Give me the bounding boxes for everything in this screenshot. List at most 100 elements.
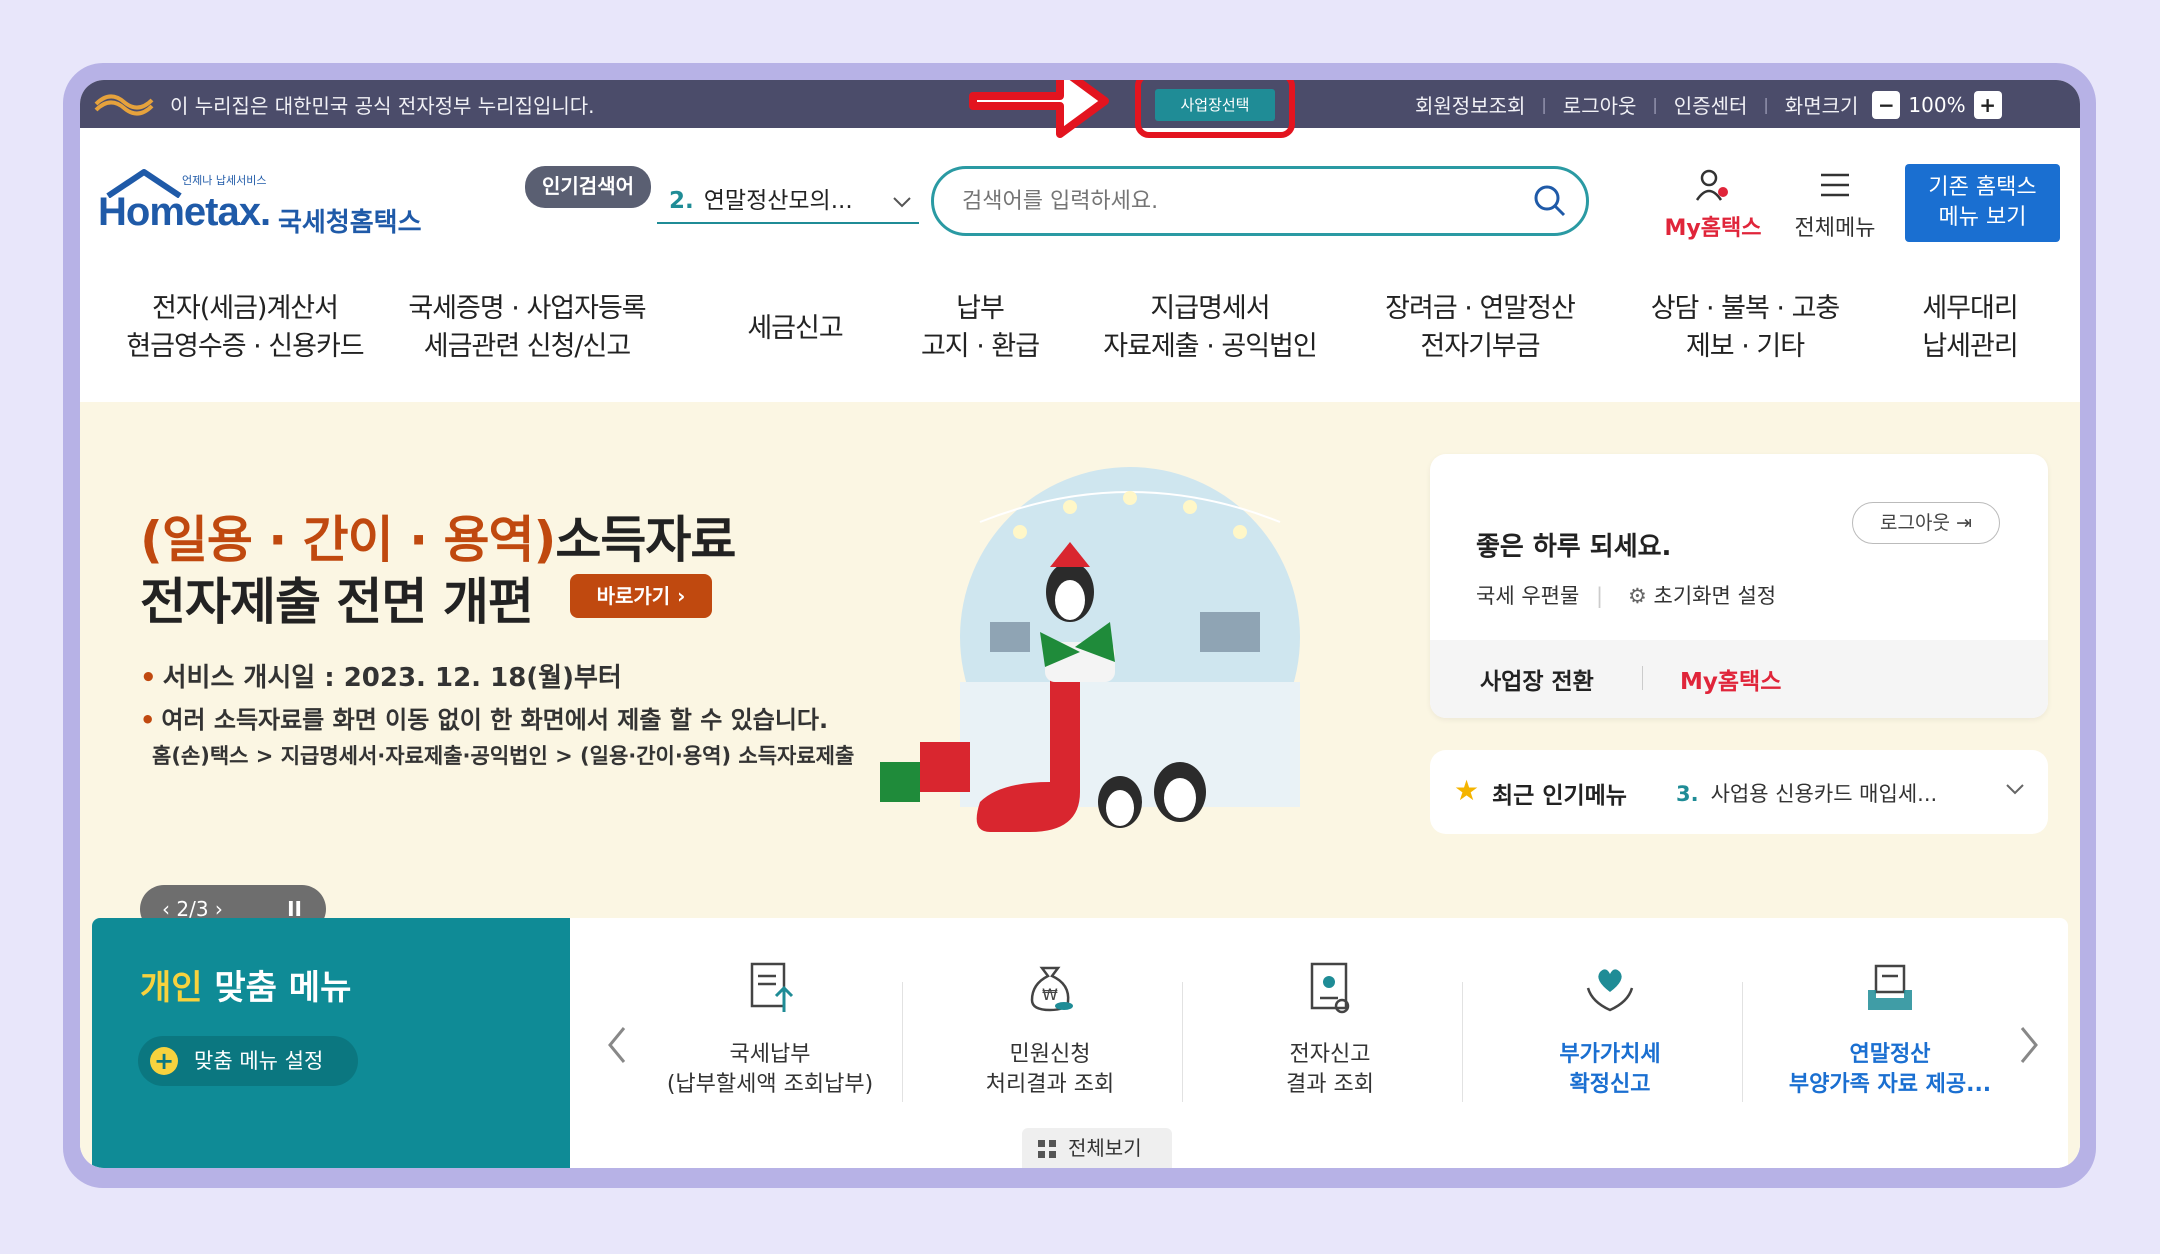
card-logout-label: 로그아웃 bbox=[1880, 512, 1950, 534]
popular-rank: 2. bbox=[669, 188, 694, 214]
menu-item-line1: 전자신고 bbox=[1289, 1042, 1371, 1067]
setting-label: 맞춤 메뉴 설정 bbox=[194, 1049, 324, 1073]
nav-consultation[interactable]: 상담 · 불복 · 고충제보 · 기타 bbox=[1635, 290, 1855, 366]
personal-menu-setting-button[interactable]: + 맞춤 메뉴 설정 bbox=[138, 1036, 358, 1086]
menu-item-line2: 확정신고 bbox=[1569, 1072, 1651, 1097]
title-highlight: 개인 bbox=[140, 968, 203, 1008]
nav-label: 세무대리 bbox=[1922, 293, 2018, 324]
banner-go-button[interactable]: 바로가기 › bbox=[570, 574, 712, 618]
menu-item-line1: 민원신청 bbox=[1009, 1042, 1091, 1067]
promo-banner: (일용 · 간이 · 용역)소득자료 전자제출 전면 개편 바로가기 › • 서비… bbox=[80, 402, 2080, 1168]
legacy-line1: 기존 홈택스 bbox=[1928, 175, 2037, 200]
nav-payment-statements[interactable]: 지급명세서자료제출 · 공익법인 bbox=[1085, 290, 1335, 366]
divider bbox=[1742, 982, 1743, 1102]
popular-search-dropdown[interactable]: 2. 연말정산모의... bbox=[657, 178, 919, 224]
penguin-christmas-illustration bbox=[880, 467, 1300, 832]
tax-payment-icon bbox=[750, 962, 794, 1012]
my-hometax-label: My홈택스 bbox=[1664, 216, 1762, 241]
banner-line1: • 서비스 개시일 : 2023. 12. 18(월)부터 bbox=[140, 663, 622, 693]
plus-icon: + bbox=[150, 1047, 178, 1075]
nav-label: 전자(세금)계산서 bbox=[152, 293, 339, 324]
menu-civil-request[interactable]: ₩ 민원신청 처리결과 조회 bbox=[910, 958, 1190, 1100]
gear-icon: ⚙ bbox=[1628, 584, 1647, 608]
chevron-left-icon[interactable] bbox=[602, 1020, 632, 1070]
menu-e-filing-result[interactable]: 전자신고 결과 조회 bbox=[1190, 958, 1470, 1100]
certificate-icon bbox=[1310, 962, 1350, 1014]
main-nav: 전자(세금)계산서 현금영수증 · 신용카드 국세증명 · 사업자등록세금관련 신… bbox=[80, 290, 2080, 410]
my-hometax-button[interactable]: My홈택스 bbox=[1658, 168, 1768, 242]
personal-menu-title: 개인 맞춤 메뉴 bbox=[140, 960, 351, 1009]
banner-title-line2: 전자제출 전면 개편 bbox=[140, 573, 534, 631]
popular-search-badge: 인기검색어 bbox=[525, 166, 651, 208]
money-bag-icon: ₩ bbox=[1030, 966, 1073, 1012]
card-logout-button[interactable]: 로그아웃 ⇥ bbox=[1852, 502, 2000, 544]
all-menu-button[interactable]: 전체메뉴 bbox=[1785, 168, 1885, 242]
legacy-menu-button[interactable]: 기존 홈택스 메뉴 보기 bbox=[1905, 164, 2060, 242]
chevron-down-icon bbox=[893, 197, 911, 208]
popular-keyword: 연말정산모의... bbox=[703, 188, 853, 214]
hometax-logo[interactable]: 언제나 납세서비스 Hometax. 국세청홈택스 bbox=[98, 168, 428, 248]
nav-label: 국세증명 · 사업자등록 bbox=[408, 293, 646, 324]
nav-label: 지급명세서 bbox=[1150, 293, 1270, 324]
svg-text:₩: ₩ bbox=[1042, 985, 1058, 1004]
menu-year-end-settlement[interactable]: 연말정산 부양가족 자료 제공... bbox=[1750, 958, 2030, 1100]
view-all-button[interactable]: 전체보기 bbox=[1022, 1128, 1172, 1168]
recent-popular-item: 3. 사업용 신용카드 매입세... bbox=[1676, 778, 1937, 808]
menu-item-line2: 처리결과 조회 bbox=[985, 1072, 1115, 1097]
menu-item-line1: 연말정산 bbox=[1849, 1042, 1931, 1067]
banner-line3: 홈(손)택스 > 지급명세서·자료제출·공익법인 > (일용·간이·용역) 소득… bbox=[152, 744, 855, 768]
legacy-line2: 메뉴 보기 bbox=[1938, 205, 2027, 230]
nav-e-invoice[interactable]: 전자(세금)계산서 현금영수증 · 신용카드 bbox=[120, 290, 370, 366]
all-menu-label: 전체메뉴 bbox=[1794, 216, 1876, 241]
card-my-hometax-link[interactable]: My홈택스 bbox=[1680, 662, 1781, 696]
top-utility-links: 회원정보조회 | 로그아웃 | 인증센터 | 화면크기 − 100% + bbox=[1415, 90, 2002, 119]
personal-menu-header: 개인 맞춤 메뉴 + 맞춤 메뉴 설정 bbox=[92, 918, 570, 1168]
document-tray-icon bbox=[1868, 964, 1912, 1010]
logout-icon: ⇥ bbox=[1956, 512, 1972, 534]
nav-incentives[interactable]: 장려금 · 연말정산 전자기부금 bbox=[1360, 290, 1600, 366]
tax-mail-link[interactable]: 국세 우편물 | bbox=[1476, 580, 1603, 610]
nav-label: 납부 bbox=[956, 293, 1005, 324]
nav-label: 세금관련 신청/신고 bbox=[423, 331, 631, 362]
nav-label: 장려금 · 연말정산 bbox=[1385, 293, 1576, 324]
personal-menu-panel: 개인 맞춤 메뉴 + 맞춤 메뉴 설정 국세납부 (납부할세액 조회납부) ₩ … bbox=[92, 918, 2068, 1168]
nav-label: 고지 · 환급 bbox=[920, 331, 1040, 362]
star-icon: ★ bbox=[1454, 774, 1480, 807]
banner-line2: • 여러 소득자료를 화면 이동 없이 한 화면에서 제출 할 수 있습니다. bbox=[140, 706, 829, 734]
screen-size-label: 화면크기 bbox=[1784, 94, 1859, 118]
recent-popular-menu[interactable]: ★ 최근 인기메뉴 3. 사업용 신용카드 매입세... bbox=[1430, 750, 2048, 834]
logout-link[interactable]: 로그아웃 bbox=[1563, 90, 1637, 119]
zoom-out-button[interactable]: − bbox=[1872, 90, 1901, 119]
logo-tagline: 언제나 납세서비스 bbox=[182, 174, 267, 187]
gov-emblem-icon bbox=[94, 94, 154, 116]
cert-center-link[interactable]: 인증센터 bbox=[1674, 90, 1748, 119]
logo-wordmark: Hometax. bbox=[98, 190, 271, 234]
menu-item-line2: (납부할세액 조회납부) bbox=[666, 1072, 874, 1097]
recent-item-text: 사업용 신용카드 매입세... bbox=[1710, 782, 1938, 806]
gov-notice-text: 이 누리집은 대한민국 공식 전자정부 누리집입니다. bbox=[170, 94, 595, 118]
menu-vat-final-return[interactable]: 부가가치세 확정신고 bbox=[1470, 958, 1750, 1100]
search-icon[interactable] bbox=[1532, 183, 1568, 219]
zoom-value: 100% bbox=[1908, 92, 1966, 117]
member-info-link[interactable]: 회원정보조회 bbox=[1415, 90, 1525, 119]
login-card-footer: 사업장 전환 My홈택스 bbox=[1430, 640, 2048, 718]
business-switch-link[interactable]: 사업장 전환 bbox=[1480, 662, 1594, 696]
nav-tax-agent[interactable]: 세무대리 납세관리 bbox=[1900, 290, 2040, 366]
nav-label: 상담 · 불복 · 고충 bbox=[1650, 293, 1841, 324]
menu-item-line2: 부양가족 자료 제공... bbox=[1788, 1072, 1992, 1097]
grid-icon bbox=[1038, 1140, 1056, 1158]
nav-label: 자료제출 · 공익법인 bbox=[1103, 331, 1317, 362]
greeting-text: 좋은 하루 되세요. bbox=[1476, 532, 1672, 562]
menu-item-line1: 국세납부 bbox=[729, 1042, 811, 1067]
banner-line2-text: 여러 소득자료를 화면 이동 없이 한 화면에서 제출 할 수 있습니다. bbox=[161, 706, 829, 734]
nav-certificates[interactable]: 국세증명 · 사업자등록세금관련 신청/신고 bbox=[392, 290, 662, 366]
chevron-down-icon bbox=[2006, 784, 2024, 795]
zoom-in-button[interactable]: + bbox=[1973, 90, 2002, 119]
search-input[interactable] bbox=[962, 183, 1482, 219]
nav-tax-filing[interactable]: 세금신고 bbox=[730, 310, 860, 348]
menu-tax-payment[interactable]: 국세납부 (납부할세액 조회납부) bbox=[630, 958, 910, 1100]
banner-line1-text: 서비스 개시일 : 2023. 12. 18(월)부터 bbox=[162, 663, 622, 693]
nav-label: 제보 · 기타 bbox=[1685, 331, 1805, 362]
nav-payment[interactable]: 납부고지 · 환급 bbox=[910, 290, 1050, 366]
initial-screen-setting-link[interactable]: ⚙ 초기화면 설정 bbox=[1628, 580, 1776, 610]
